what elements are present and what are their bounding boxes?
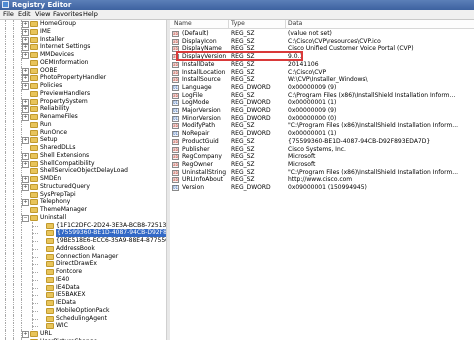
string-value-icon: ab bbox=[172, 169, 179, 176]
folder-icon bbox=[30, 52, 38, 58]
folder-icon bbox=[46, 284, 54, 291]
menu-file[interactable]: File bbox=[3, 10, 14, 19]
dword-value-icon: 01 bbox=[172, 131, 179, 138]
menu-view[interactable]: View bbox=[35, 10, 50, 19]
dword-value-icon: 01 bbox=[172, 108, 179, 114]
folder-icon bbox=[30, 121, 38, 128]
folder-icon bbox=[30, 199, 38, 206]
value-data: 0x09000001 (150994945) bbox=[288, 184, 367, 191]
column-data-header[interactable]: Data bbox=[288, 20, 302, 28]
dword-value-icon: 01 bbox=[172, 100, 179, 107]
folder-icon bbox=[46, 292, 54, 299]
folder-icon bbox=[30, 59, 38, 66]
folder-icon bbox=[30, 106, 38, 113]
folder-icon bbox=[46, 323, 54, 330]
dword-value-icon: 01 bbox=[172, 185, 179, 191]
folder-icon bbox=[30, 67, 38, 74]
folder-icon bbox=[30, 83, 38, 89]
dword-value-icon: 01 bbox=[172, 84, 179, 91]
folder-icon bbox=[46, 253, 54, 260]
folder-icon bbox=[30, 36, 38, 43]
folder-icon bbox=[46, 276, 54, 283]
folder-icon bbox=[46, 245, 54, 252]
folder-icon bbox=[46, 315, 54, 322]
folder-icon bbox=[30, 176, 38, 182]
window-title: Registry Editor bbox=[12, 1, 72, 9]
title-bar: Registry Editor bbox=[0, 0, 474, 10]
folder-icon bbox=[30, 183, 38, 190]
menu-edit[interactable]: Edit bbox=[18, 10, 31, 19]
displayversion-highlight bbox=[176, 51, 303, 61]
folder-icon bbox=[30, 129, 38, 136]
menu-favorites[interactable]: Favorites bbox=[53, 10, 82, 19]
string-value-icon: ab bbox=[172, 38, 179, 45]
string-value-icon: ab bbox=[172, 123, 179, 130]
folder-icon bbox=[30, 160, 38, 167]
registry-editor-icon bbox=[2, 1, 9, 8]
folder-icon bbox=[46, 230, 54, 237]
value-row[interactable]: 01 Version REG_DWORD 0x09000001 (150994945) bbox=[170, 184, 474, 192]
folder-icon bbox=[30, 207, 38, 213]
folder-icon bbox=[30, 214, 38, 221]
folder-icon bbox=[46, 300, 54, 306]
folder-icon bbox=[30, 21, 38, 27]
value-name: Version bbox=[182, 184, 205, 191]
value-type: REG_DWORD bbox=[231, 184, 271, 191]
folder-icon bbox=[30, 191, 38, 198]
string-value-icon: ab bbox=[172, 92, 179, 99]
folder-icon bbox=[46, 238, 54, 244]
string-value-icon: ab bbox=[172, 31, 179, 37]
folder-icon bbox=[46, 269, 54, 275]
folder-icon bbox=[30, 75, 38, 82]
folder-icon bbox=[30, 90, 38, 97]
list-header: Name Type Data bbox=[170, 20, 474, 29]
menu-help[interactable]: Help bbox=[83, 10, 98, 19]
folder-icon bbox=[46, 261, 54, 268]
folder-icon bbox=[46, 222, 54, 229]
registry-tree[interactable]: + HomeGroup + IME + Installer + Internet Settin… bbox=[0, 20, 166, 340]
column-name-header[interactable]: Name bbox=[174, 20, 192, 28]
folder-icon bbox=[30, 137, 38, 144]
folder-icon bbox=[30, 98, 38, 105]
folder-icon bbox=[30, 168, 38, 175]
folder-icon bbox=[30, 331, 38, 337]
folder-icon bbox=[30, 44, 38, 51]
string-value-icon: ab bbox=[172, 146, 179, 153]
string-value-icon: ab bbox=[172, 161, 179, 168]
values-list[interactable]: Name Type Data ab (Default) REG_SZ (value n… bbox=[170, 20, 474, 340]
folder-icon bbox=[46, 307, 54, 314]
dword-value-icon: 01 bbox=[172, 115, 179, 122]
column-type-header[interactable]: Type bbox=[231, 20, 245, 28]
folder-icon bbox=[30, 152, 38, 159]
string-value-icon: ab bbox=[172, 69, 179, 76]
string-value-icon: ab bbox=[172, 138, 179, 145]
string-value-icon: ab bbox=[172, 61, 179, 68]
folder-icon bbox=[30, 28, 38, 35]
string-value-icon: ab bbox=[172, 177, 179, 184]
string-value-icon: ab bbox=[172, 154, 179, 161]
folder-icon bbox=[30, 114, 38, 120]
string-value-icon: ab bbox=[172, 77, 179, 84]
folder-icon bbox=[30, 145, 38, 151]
menu-bar: File Edit View Favorites Help bbox=[0, 10, 474, 20]
